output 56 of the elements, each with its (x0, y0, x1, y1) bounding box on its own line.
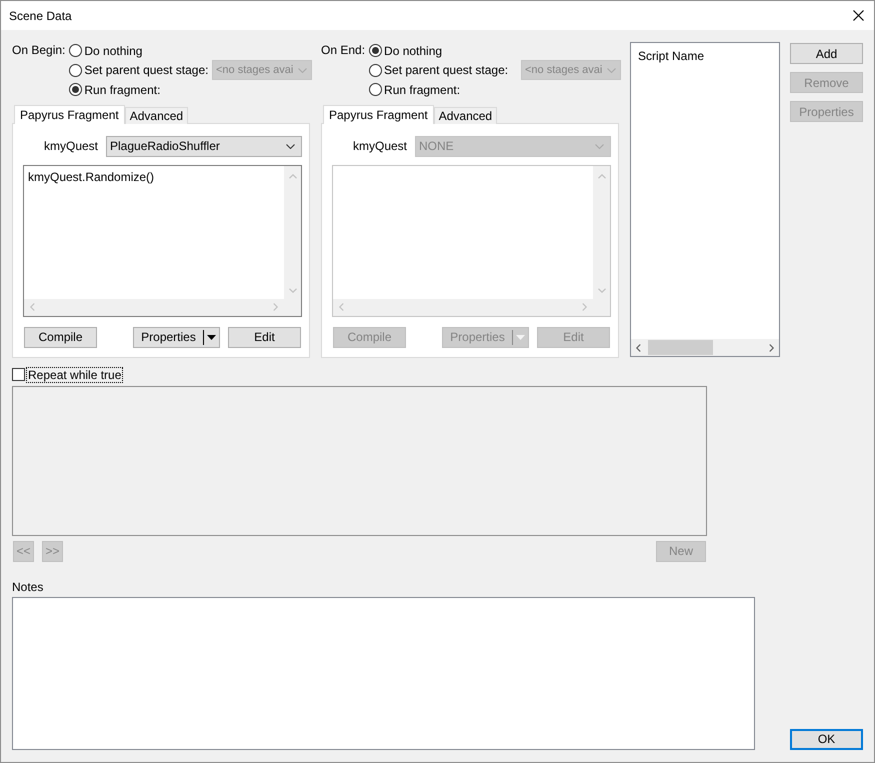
checkbox-label[interactable]: Repeat while true (26, 366, 124, 382)
column-header: Script Name (637, 48, 704, 63)
caret-icon (207, 334, 216, 340)
window-title: Scene Data (9, 8, 72, 22)
tab[interactable]: Advanced (124, 106, 188, 124)
chevron-down-icon (607, 68, 616, 73)
radio-icon[interactable] (69, 64, 82, 77)
caret-icon (516, 334, 525, 340)
radio-option[interactable]: Run fragment: (69, 82, 160, 97)
radio-icon[interactable] (369, 44, 382, 58)
chevron-left-icon (30, 303, 35, 311)
chevron-left-icon (636, 344, 641, 352)
chevron-left-icon (339, 303, 344, 311)
on-begin-label: On Begin: (12, 42, 66, 59)
chevron-up-icon (598, 174, 606, 178)
action-button[interactable]: Edit (228, 326, 301, 348)
horizontal-scrollbar[interactable] (24, 298, 301, 316)
ok-button[interactable]: OK (790, 728, 863, 750)
quest-label: kmyQuest (352, 139, 407, 153)
tab[interactable]: Papyrus Fragment (14, 104, 125, 124)
radio-option[interactable]: Set parent quest stage: (69, 63, 208, 78)
close-icon (852, 10, 864, 21)
horizontal-scrollbar[interactable] (631, 339, 779, 356)
script-button[interactable]: Add (790, 43, 863, 64)
script-list[interactable]: Script Name (630, 42, 780, 357)
radio-icon[interactable] (69, 44, 82, 58)
on-end-label: On End: (321, 42, 366, 59)
chevron-down-icon (298, 68, 307, 73)
tab[interactable]: Advanced (434, 106, 498, 124)
code-editor[interactable]: kmyQuest.Randomize() (23, 164, 302, 316)
radio-icon[interactable] (369, 83, 382, 96)
checkbox-icon[interactable] (12, 368, 25, 381)
vertical-scrollbar[interactable] (284, 166, 301, 298)
tab[interactable]: Papyrus Fragment (323, 104, 434, 124)
quest-label: kmyQuest (42, 139, 98, 153)
chevron-right-icon (582, 303, 587, 311)
code-text: kmyQuest.Randomize() (28, 170, 154, 184)
chevron-right-icon (273, 303, 278, 311)
action-button[interactable]: Compile (24, 326, 97, 348)
chevron-down-icon (288, 288, 296, 292)
notes-field[interactable] (12, 596, 755, 750)
chevron-up-icon (288, 174, 296, 178)
notes-label: Notes (12, 580, 44, 594)
radio-option[interactable]: Do nothing (369, 44, 442, 58)
split-button[interactable]: Properties (133, 326, 220, 348)
chevron-down-icon (595, 144, 604, 148)
chevron-down-icon (286, 144, 295, 148)
radio-option[interactable]: Set parent quest stage: (369, 63, 508, 78)
chevron-right-icon (769, 344, 774, 352)
quest-dropdown[interactable]: PlagueRadioShuffler (106, 136, 302, 156)
radio-option[interactable]: Run fragment: (369, 82, 460, 97)
radio-option[interactable]: Do nothing (69, 44, 142, 58)
radio-icon[interactable] (369, 64, 382, 77)
radio-icon[interactable] (69, 83, 82, 96)
chevron-down-icon (598, 288, 606, 292)
scrollbar-thumb[interactable] (648, 340, 713, 355)
